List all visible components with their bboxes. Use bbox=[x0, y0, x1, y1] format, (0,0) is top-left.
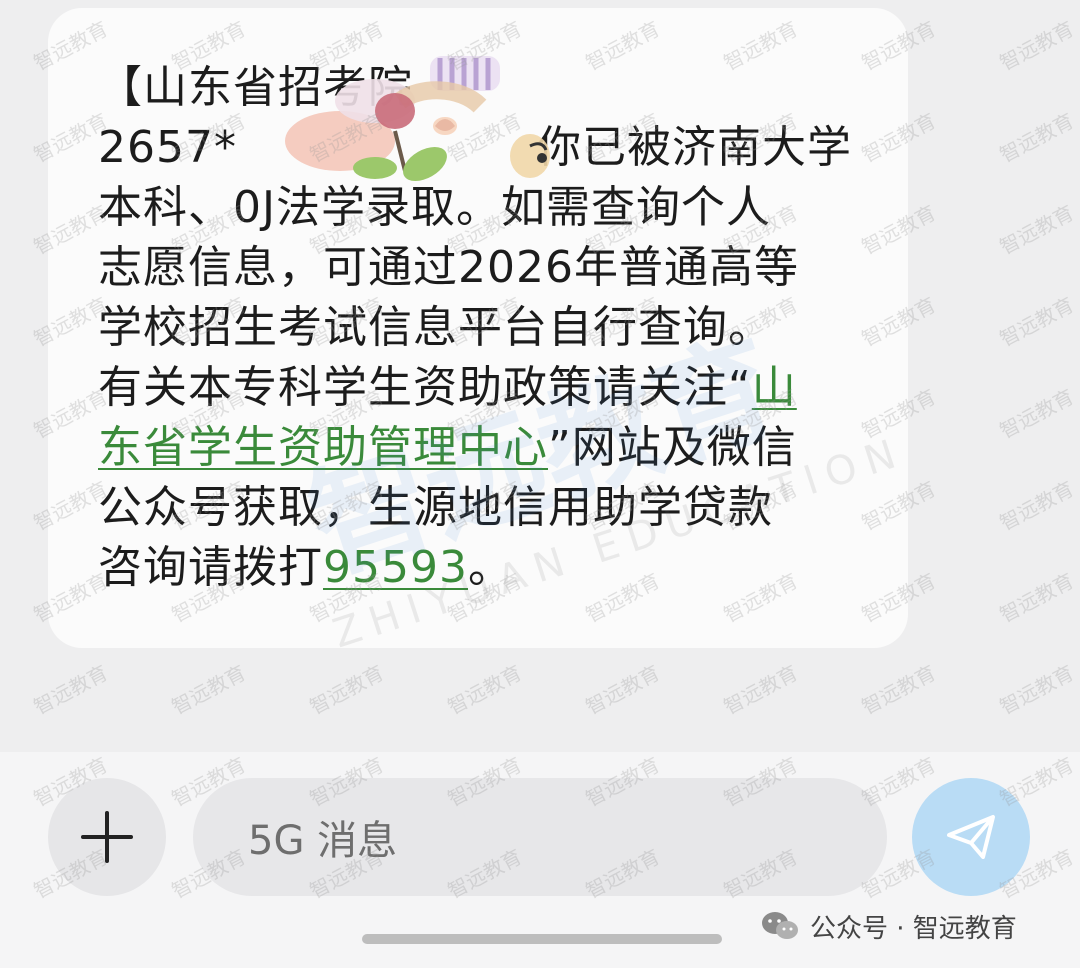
candidate-number: 2657* bbox=[98, 122, 237, 173]
send-button[interactable] bbox=[912, 778, 1030, 896]
message-line: 有关本专科学生资助政策请关注“山 bbox=[98, 358, 868, 418]
message-text-part: ”网站及微信 bbox=[548, 422, 797, 473]
message-text-part: 本科、0J法学录取。如需查询个人 bbox=[98, 182, 771, 233]
phone-link[interactable]: 95593 bbox=[323, 542, 468, 593]
message-input[interactable]: 5G 消息 bbox=[193, 778, 887, 896]
message-line: 学校招生考试信息平台自行查询。 bbox=[98, 298, 868, 358]
message-line: 志愿信息，可通过2026年普通高等 bbox=[98, 238, 868, 298]
wechat-attribution: 公众号 · 智远教育 bbox=[760, 906, 1017, 946]
message-text-part: 咨询请拨打 bbox=[98, 542, 323, 593]
message-input-placeholder: 5G 消息 bbox=[248, 818, 398, 864]
message-bubble[interactable]: 【山东省招考院 2657* 你已被济南大学 本科、0J法学录取。如需查询个人 志愿… bbox=[48, 8, 908, 648]
message-text: 【山东省招考院 2657* 你已被济南大学 本科、0J法学录取。如需查询个人 志愿… bbox=[98, 58, 868, 598]
chat-area: 【山东省招考院 2657* 你已被济南大学 本科、0J法学录取。如需查询个人 志愿… bbox=[0, 0, 1080, 752]
link-subsidy-center[interactable]: 山 bbox=[752, 362, 797, 413]
message-text-part: 公众号获取，生源地信用助学贷款 bbox=[98, 482, 773, 533]
link-subsidy-center[interactable]: 东省学生资助管理中心 bbox=[98, 422, 548, 473]
message-text-part: 。 bbox=[467, 542, 513, 593]
message-text-part: 志愿信息，可通过2026年普通高等 bbox=[98, 242, 799, 293]
plus-icon bbox=[81, 811, 133, 863]
message-line: 东省学生资助管理中心”网站及微信 bbox=[98, 418, 868, 478]
wechat-icon bbox=[762, 912, 798, 939]
attribution-label: 公众号 · 智远教育 bbox=[810, 913, 1017, 944]
message-line: 公众号获取，生源地信用助学贷款 bbox=[98, 478, 868, 538]
send-icon bbox=[947, 815, 995, 859]
message-text-part: 学校招生考试信息平台自行查询。 bbox=[98, 302, 773, 353]
message-line: 本科、0J法学录取。如需查询个人 bbox=[98, 178, 868, 238]
message-line: 【山东省招考院 bbox=[98, 58, 868, 118]
message-line: 咨询请拨打95593。 bbox=[98, 538, 868, 598]
message-text-part: 你已被济南大学 bbox=[536, 122, 852, 173]
add-attachment-button[interactable] bbox=[48, 778, 166, 896]
message-line: 2657* 你已被济南大学 bbox=[98, 118, 868, 178]
sender-text: 【山东省招考院 bbox=[98, 62, 413, 113]
home-indicator[interactable] bbox=[362, 934, 722, 944]
message-text-part: 有关本专科学生资助政策请关注“ bbox=[98, 362, 752, 413]
